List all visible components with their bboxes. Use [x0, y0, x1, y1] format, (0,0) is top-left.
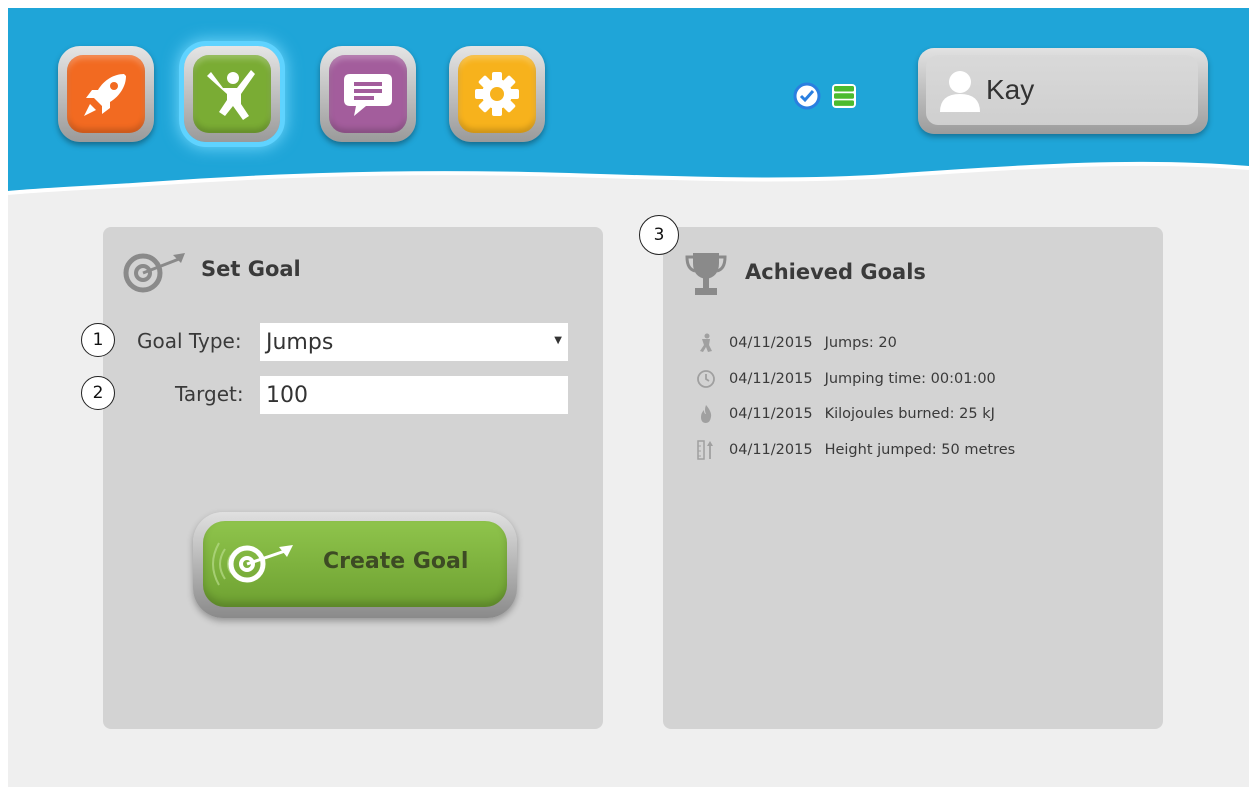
activity-app-button[interactable] — [184, 46, 280, 142]
jumping-person-icon — [207, 70, 255, 120]
target-icon — [123, 253, 185, 293]
header-bar: Kay — [8, 8, 1249, 218]
app-window: Kay Set Goal 1 Goal Type: Jumps ▼ 2 Targ… — [8, 8, 1249, 787]
height-icon — [693, 439, 719, 461]
goal-date: 04/11/2015 — [729, 442, 813, 458]
create-goal-button[interactable]: Create Goal — [193, 512, 517, 618]
flame-icon — [693, 403, 719, 425]
goal-type-value: Jumps — [266, 329, 334, 355]
chat-bubble-icon — [344, 74, 392, 116]
dropdown-arrow-icon: ▼ — [554, 335, 562, 346]
user-silhouette-icon — [940, 71, 980, 112]
rocket-app-button[interactable] — [58, 46, 154, 142]
goal-date: 04/11/2015 — [729, 335, 813, 351]
settings-app-button[interactable] — [449, 46, 545, 142]
rocket-icon — [84, 74, 126, 116]
set-goal-panel: Set Goal 1 Goal Type: Jumps ▼ 2 Target: … — [81, 227, 603, 729]
annotation-marker-2: 2 — [81, 376, 115, 410]
check-circle-icon[interactable] — [793, 82, 821, 110]
list-icon[interactable] — [831, 83, 857, 109]
goal-text: Height jumped: 50 metres — [824, 442, 1016, 458]
trophy-icon — [685, 253, 727, 295]
achieved-goals-title: Achieved Goals — [745, 260, 926, 284]
achieved-goal-item: 04/11/2015 Jumps: 20 — [693, 330, 897, 356]
goal-text: Jumps: 20 — [824, 335, 897, 351]
target-input[interactable]: 100 — [260, 376, 568, 414]
user-name: Kay — [986, 74, 1035, 105]
messages-app-button[interactable] — [320, 46, 416, 142]
clock-icon — [693, 368, 719, 390]
user-profile-button[interactable]: Kay — [918, 48, 1208, 134]
achieved-goal-item: 04/11/2015 Jumping time: 00:01:00 — [693, 366, 996, 392]
status-icons — [793, 82, 857, 110]
create-goal-label: Create Goal — [323, 549, 469, 574]
goal-text: Kilojoules burned: 25 kJ — [824, 406, 995, 422]
goal-date: 04/11/2015 — [729, 371, 813, 387]
goal-date: 04/11/2015 — [729, 406, 813, 422]
jump-icon — [693, 332, 719, 354]
target-label: Target: — [175, 382, 244, 406]
annotation-marker-3: 3 — [639, 215, 679, 255]
goal-type-select[interactable]: Jumps ▼ — [260, 323, 568, 361]
target-value: 100 — [266, 382, 308, 408]
achieved-goal-item: 04/11/2015 Kilojoules burned: 25 kJ — [693, 401, 995, 427]
annotation-marker-1: 1 — [81, 323, 115, 357]
goal-type-label: Goal Type: — [137, 329, 242, 353]
achieved-goal-item: 04/11/2015 Height jumped: 50 metres — [693, 437, 1015, 463]
goal-text: Jumping time: 00:01:00 — [824, 371, 996, 387]
target-arrow-icon — [212, 542, 293, 586]
achieved-goals-panel: 3 Achieved Goals 04/11/2015 Jumps: 20 04… — [639, 215, 1163, 729]
set-goal-title: Set Goal — [201, 257, 301, 281]
gear-icon — [475, 72, 519, 116]
